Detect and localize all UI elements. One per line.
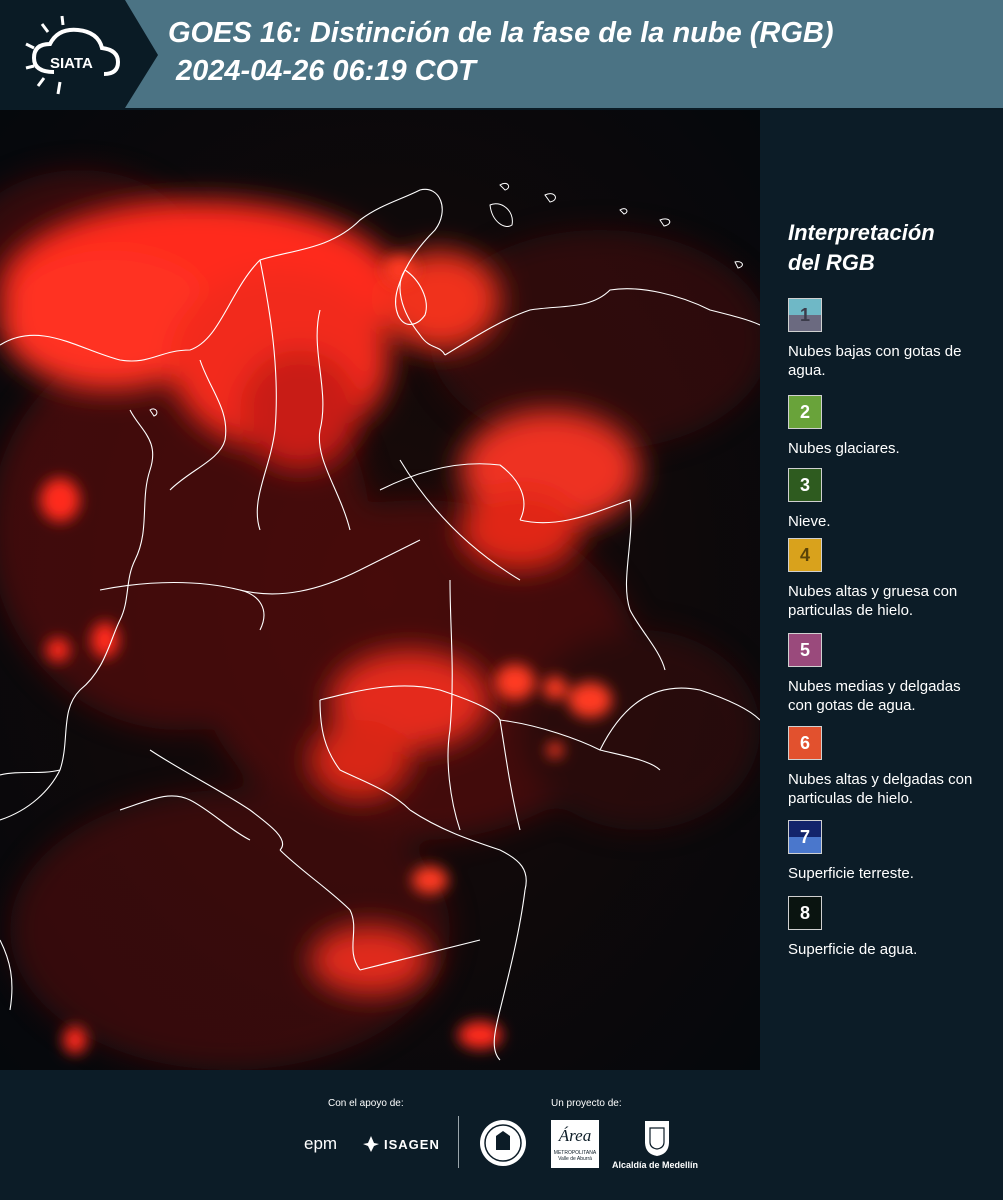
legend-item-1: 1 Nubes bajas con gotas de agua. <box>788 298 983 380</box>
legend-swatch: 4 <box>788 538 822 572</box>
title-line-2: 2024-04-26 06:19 COT <box>176 55 476 87</box>
legend-swatch: 8 <box>788 896 822 930</box>
area-sub-2: Valle de Aburrá <box>558 1156 592 1162</box>
area-metropolitana-logo: Área METROPOLITANA Valle de Aburrá <box>551 1120 599 1168</box>
legend-label: Nubes bajas con gotas de agua. <box>788 343 962 379</box>
legend-label: Nubes altas y delgadas con particulas de… <box>788 771 973 807</box>
legend-number: 3 <box>799 475 810 495</box>
title-line-1: GOES 16: Distinción de la fase de la nub… <box>168 17 834 49</box>
legend-title: Interpretación del RGB <box>788 218 988 278</box>
legend-title-line-2: del RGB <box>788 250 875 275</box>
footer-divider <box>458 1116 459 1168</box>
legend-item-6: 6 Nubes altas y delgadas con particulas d… <box>788 726 983 808</box>
legend-swatch: 3 <box>788 468 822 502</box>
satellite-map <box>0 110 760 1070</box>
logo-text: SIATA <box>50 55 93 72</box>
legend-item-3: 3 Nieve. <box>788 468 983 531</box>
alcaldia-shield-icon <box>645 1121 669 1156</box>
legend-item-4: 4 Nubes altas y gruesa con particulas de … <box>788 538 983 620</box>
legend-label: Nubes medias y delgadas con gotas de agu… <box>788 678 961 714</box>
legend-item-8: 8 Superficie de agua. <box>788 896 983 959</box>
legend-label: Nubes altas y gruesa con particulas de h… <box>788 583 958 619</box>
legend-swatch: 2 <box>788 395 822 429</box>
epm-logo: epm <box>304 1134 338 1153</box>
header: SIATA GOES 16: Distinción de la fase de … <box>0 0 1003 110</box>
legend-label: Superficie de agua. <box>788 941 918 958</box>
legend-swatch: 6 <box>788 726 822 760</box>
legend-number: 4 <box>799 545 810 565</box>
map-image <box>0 110 760 1070</box>
legend-number: 8 <box>799 903 810 923</box>
legend-title-line-1: Interpretación <box>788 220 935 245</box>
page-title: GOES 16: Distinción de la fase de la nub… <box>168 14 834 90</box>
isagen-logo: ISAGEN <box>384 1137 440 1152</box>
footer: Con el apoyo de: Un proyecto de: epm ISA… <box>0 1070 1003 1200</box>
legend-item-7: 7 Superficie terreste. <box>788 820 983 883</box>
legend-number: 5 <box>799 640 810 660</box>
legend-label: Superficie terreste. <box>788 865 914 882</box>
seal-logo <box>480 1120 526 1166</box>
legend-swatch: 7 <box>788 820 822 854</box>
area-name: Área <box>558 1126 592 1145</box>
project-label: Un proyecto de: <box>551 1098 622 1109</box>
legend-item-5: 5 Nubes medias y delgadas con gotas de ag… <box>788 633 983 715</box>
legend-label: Nubes glaciares. <box>788 440 900 457</box>
legend-item-2: 2 Nubes glaciares. <box>788 395 983 458</box>
legend-number: 7 <box>799 827 810 847</box>
legend-label: Nieve. <box>788 513 831 530</box>
legend-number: 6 <box>799 733 810 753</box>
legend-number: 2 <box>799 402 810 422</box>
legend-number: 1 <box>799 305 810 325</box>
isagen-icon <box>363 1136 379 1152</box>
siata-logo: SIATA <box>25 15 121 95</box>
legend-swatch: 5 <box>788 633 822 667</box>
legend-swatch: 1 <box>788 298 822 332</box>
legend: Interpretación del RGB <box>788 218 988 294</box>
support-label: Con el apoyo de: <box>328 1098 404 1109</box>
alcaldia-logo: Alcaldía de Medellín <box>612 1160 699 1170</box>
